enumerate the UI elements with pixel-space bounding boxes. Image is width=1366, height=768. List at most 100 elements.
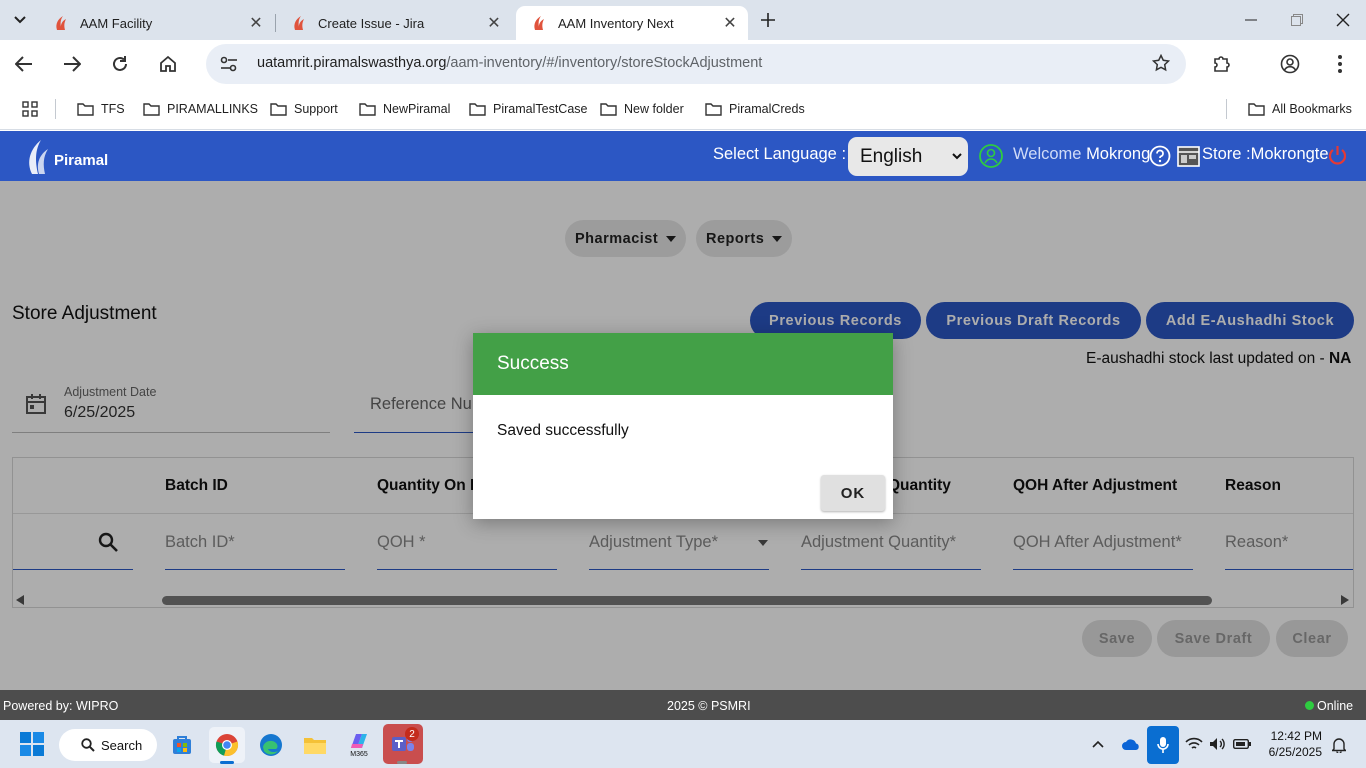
- tab-title: Create Issue - Jira: [318, 15, 425, 31]
- reload-button[interactable]: [102, 46, 138, 82]
- close-icon: [1336, 13, 1350, 27]
- bookmark-label: All Bookmarks: [1272, 102, 1352, 116]
- home-button[interactable]: [150, 46, 186, 82]
- success-dialog: Success Saved successfully OK: [473, 333, 893, 519]
- help-button[interactable]: [1149, 145, 1171, 167]
- taskbar-m365-app[interactable]: M365: [341, 727, 377, 763]
- language-value: English: [860, 145, 923, 167]
- powered-by-text: Powered by: WIPRO: [3, 699, 119, 713]
- taskbar-edge-app[interactable]: [253, 727, 289, 763]
- bookmark-label: PiramalTestCase: [493, 102, 588, 116]
- taskbar-file-explorer-app[interactable]: [297, 727, 333, 763]
- taskbar-search-box[interactable]: Search: [59, 729, 157, 761]
- bookmark-folder-support[interactable]: Support: [270, 100, 338, 118]
- bookmarks-divider: [55, 99, 56, 119]
- notifications-bell-icon[interactable]: [1332, 737, 1346, 753]
- teams-active-indicator: [397, 761, 407, 764]
- piramal-logo-icon: [29, 140, 48, 174]
- browser-tab-create-issue-jira[interactable]: Create Issue - Jira ✕: [276, 6, 512, 40]
- microphone-icon: [1157, 737, 1169, 753]
- clock-time: 12:42 PM: [1270, 729, 1322, 743]
- apps-button[interactable]: [22, 101, 38, 117]
- close-tab-icon[interactable]: ✕: [486, 15, 502, 32]
- bookmark-folder-piramalcreds[interactable]: PiramalCreds: [705, 100, 805, 118]
- volume-icon[interactable]: [1209, 737, 1225, 751]
- edge-icon: [260, 734, 282, 756]
- user-icon: [979, 144, 1003, 168]
- browser-tab-aam-inventory-next[interactable]: AAM Inventory Next ✕: [516, 6, 748, 40]
- folder-icon: [600, 103, 617, 116]
- copyright-text: 2025 © PSMRI: [667, 699, 751, 713]
- browser-tab-aam-facility[interactable]: AAM Facility ✕: [38, 6, 274, 40]
- taskbar-search-label: Search: [101, 737, 143, 753]
- user-name: Mokrong: [1086, 145, 1151, 163]
- new-tab-button[interactable]: [756, 8, 780, 32]
- taskbar-clock[interactable]: 12:42 PM 6/25/2025: [1258, 729, 1322, 759]
- show-hidden-icons-chevron-icon[interactable]: [1092, 740, 1104, 748]
- chrome-icon: [215, 734, 239, 757]
- restore-window-button[interactable]: [1274, 0, 1320, 40]
- taskbar-chrome-app[interactable]: [209, 727, 245, 763]
- m365-label: M365: [350, 751, 368, 758]
- plus-icon: [761, 13, 775, 27]
- chevron-down-icon: [952, 153, 962, 160]
- bookmark-folder-tfs[interactable]: TFS: [77, 100, 125, 118]
- minimize-icon: [1245, 19, 1257, 21]
- ok-button[interactable]: OK: [821, 475, 885, 511]
- close-tab-icon[interactable]: ✕: [722, 15, 738, 32]
- close-tab-icon[interactable]: ✕: [248, 15, 264, 32]
- taskbar-store-app[interactable]: [164, 727, 200, 763]
- forward-button[interactable]: [54, 46, 90, 82]
- folder-icon: [705, 103, 722, 116]
- store-name: Mokrongte: [1250, 145, 1329, 163]
- tab-search-button[interactable]: [6, 8, 34, 32]
- logout-button[interactable]: [1327, 145, 1348, 166]
- dialog-message: Saved successfully: [497, 422, 629, 439]
- battery-icon[interactable]: [1233, 739, 1251, 749]
- bookmark-folder-piramallinks[interactable]: PIRAMALLINKS: [143, 100, 258, 118]
- onedrive-icon[interactable]: [1121, 738, 1141, 751]
- bookmark-label: PIRAMALLINKS: [167, 102, 259, 116]
- wifi-icon[interactable]: [1185, 737, 1203, 751]
- profile-button[interactable]: [1272, 46, 1308, 82]
- start-button[interactable]: [20, 732, 44, 756]
- bookmark-folder-new-folder[interactable]: New folder: [600, 100, 684, 118]
- bookmark-star-button[interactable]: [1152, 54, 1174, 74]
- online-status-text: Online: [1317, 699, 1354, 713]
- account-circle-icon: [1280, 54, 1300, 74]
- language-select[interactable]: English: [848, 137, 968, 176]
- tab-title: AAM Inventory Next: [558, 15, 674, 31]
- m365-copilot-icon: [351, 734, 367, 748]
- bookmark-label: TFS: [101, 102, 125, 116]
- bookmark-label: NewPiramal: [383, 102, 451, 116]
- microphone-in-use-button[interactable]: [1147, 726, 1179, 764]
- minimize-window-button[interactable]: [1228, 0, 1274, 40]
- restore-icon: [1291, 14, 1303, 26]
- arrow-left-icon: [15, 56, 32, 72]
- all-bookmarks-button[interactable]: All Bookmarks: [1248, 100, 1352, 118]
- app-footer: Powered by: WIPRO 2025 © PSMRI Online: [0, 690, 1366, 720]
- apps-grid-icon: [22, 101, 38, 117]
- piramal-favicon-icon: [56, 16, 66, 30]
- piramal-logo[interactable]: Piramal: [24, 137, 108, 175]
- more-vert-icon: [1338, 55, 1342, 73]
- site-info-button[interactable]: [216, 52, 242, 76]
- bookmark-folder-piramaltestcase[interactable]: PiramalTestCase: [469, 100, 587, 118]
- browser-menu-button[interactable]: [1322, 46, 1358, 82]
- close-window-button[interactable]: [1320, 0, 1366, 40]
- search-icon: [81, 738, 95, 752]
- windows-logo-icon: [20, 732, 44, 756]
- back-button[interactable]: [6, 46, 42, 82]
- user-avatar: [979, 144, 1003, 168]
- star-icon: [1152, 54, 1170, 72]
- bookmark-folder-newpiramal[interactable]: NewPiramal: [359, 100, 450, 118]
- home-icon: [160, 55, 176, 72]
- url-text[interactable]: uatamrit.piramalswasthya.org/aam-invento…: [257, 55, 762, 71]
- clock-date: 6/25/2025: [1268, 745, 1322, 759]
- extensions-button[interactable]: [1204, 46, 1240, 82]
- url-host: uatamrit.piramalswasthya.org: [257, 55, 447, 71]
- folder-icon: [270, 103, 287, 116]
- folder-icon: [469, 103, 486, 116]
- teams-notification-badge: 2: [405, 727, 419, 741]
- bookmark-label: Support: [294, 102, 338, 116]
